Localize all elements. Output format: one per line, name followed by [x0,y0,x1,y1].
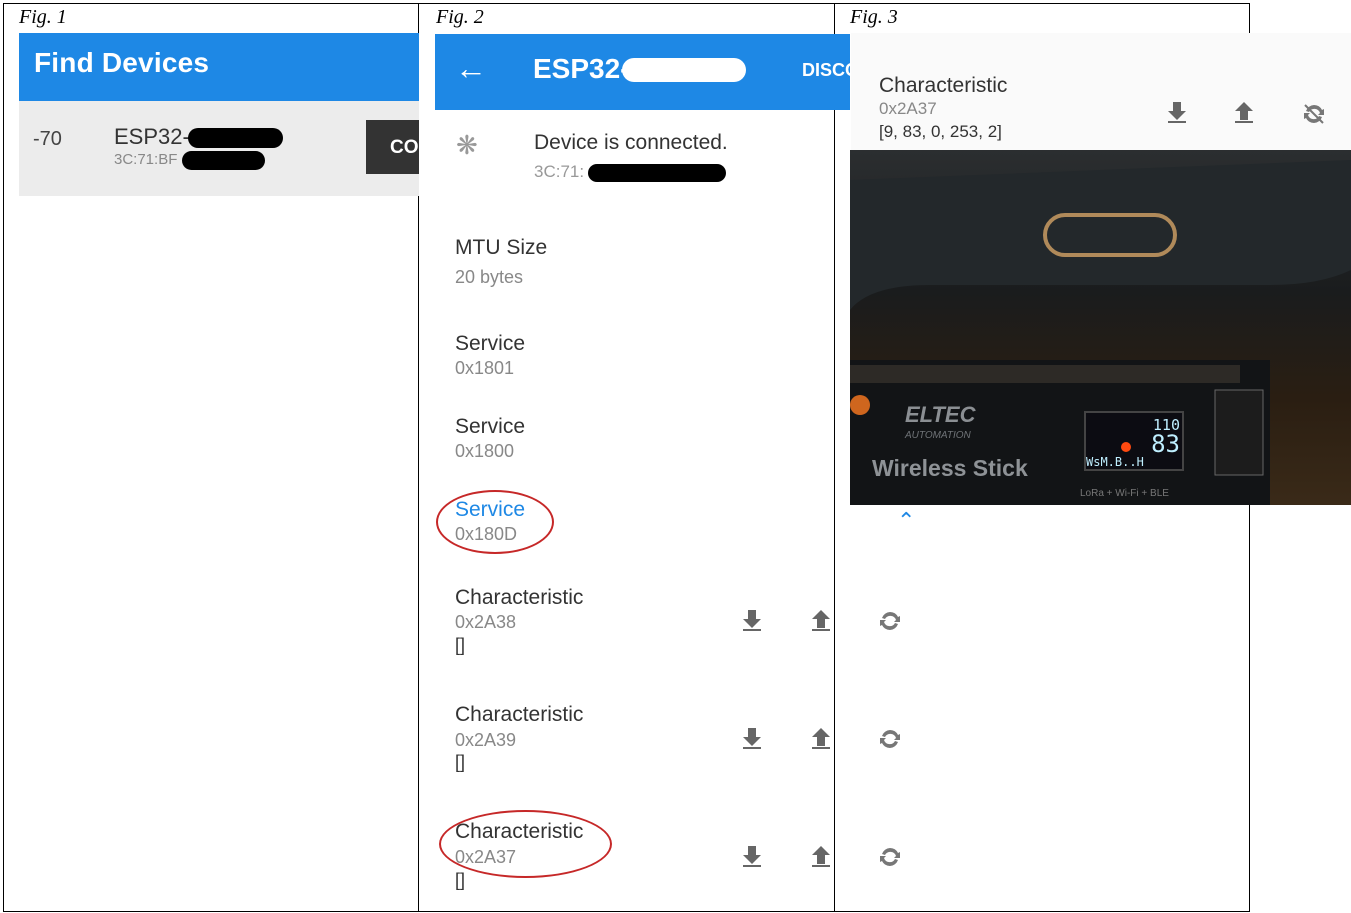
device-name: ESP32- [114,124,190,149]
board-badge: LoRa + Wi-Fi + BLE [1080,488,1169,499]
oled-line-3: WsM.B..H [1086,455,1144,469]
divider-2 [834,3,835,912]
redaction-bar [188,128,283,148]
device-address: 3C:71:BF [114,151,178,168]
connected-address: 3C:71: [534,162,585,181]
service-uuid: 0x1800 [455,441,515,461]
sync-icon[interactable] [877,844,903,870]
characteristic-label: Characteristic [455,703,584,726]
characteristic-label: Characteristic [879,74,1008,97]
redaction-bar [588,164,726,182]
board-brand: ELTEC [905,402,977,427]
characteristic-uuid: 0x2A38 [455,612,517,632]
board-brand-sub: AUTOMATION [904,430,972,441]
characteristic-value: [] [455,752,466,772]
characteristic-uuid: 0x2A37 [879,99,937,118]
device-title: ESP32- [533,53,630,84]
download-icon[interactable] [1164,99,1190,125]
arrow-left-icon[interactable]: ← [455,50,487,87]
download-icon[interactable] [739,725,765,751]
connection-status: Device is connected. [534,131,728,154]
fig-label-3: Fig. 3 [850,6,898,28]
bluetooth-icon: ❋ [456,130,478,160]
service-label[interactable]: Service [455,415,525,439]
redaction-bar [182,151,265,170]
characteristic-uuid: 0x2A39 [455,730,517,750]
fig-label-2: Fig. 2 [436,6,484,28]
connect-button[interactable]: CONNECT [366,120,419,174]
redaction-bar [622,58,746,82]
find-devices-title: Find Devices [34,47,210,78]
sync-disabled-icon[interactable] [1301,101,1327,127]
upload-icon[interactable] [808,607,834,633]
characteristic-value: [] [455,635,466,655]
disconnect-button[interactable]: DISCONNECT [802,60,850,81]
characteristic-value: [] [455,870,466,890]
chevron-up-icon[interactable]: ⌃ [897,508,915,534]
highlight-ellipse [439,810,612,878]
characteristic-label: Characteristic [455,586,584,609]
sync-icon[interactable] [877,608,903,634]
download-icon[interactable] [739,843,765,869]
device-list-item[interactable] [19,101,419,196]
upload-icon[interactable] [808,843,834,869]
characteristic-value: [9, 83, 0, 253, 2] [879,122,1002,141]
fig-label-1: Fig. 1 [19,6,67,28]
device-photo-illustration: ELTEC AUTOMATION Wireless Stick LoRa + W… [850,160,1351,505]
highlight-ellipse [436,490,554,554]
service-uuid: 0x1801 [455,358,515,378]
service-label[interactable]: Service [455,332,525,356]
download-icon[interactable] [739,607,765,633]
device-photo: ELTEC AUTOMATION Wireless Stick LoRa + W… [850,150,1351,505]
device-rssi: -70 [33,128,62,150]
upload-icon[interactable] [808,725,834,751]
board-product: Wireless Stick [872,455,1028,481]
sync-icon[interactable] [877,726,903,752]
oled-line-2: 83 [1151,430,1180,458]
mtu-value: 20 bytes [455,267,524,287]
mtu-label: MTU Size [455,236,548,259]
upload-icon[interactable] [1231,99,1257,125]
